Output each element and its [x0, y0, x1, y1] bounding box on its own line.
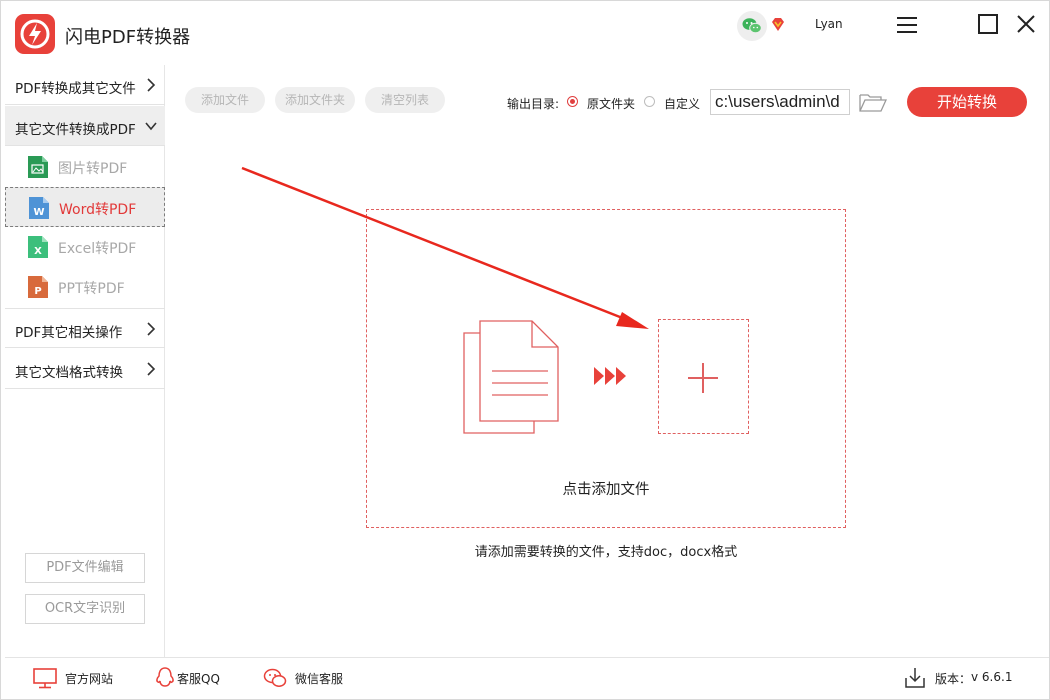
start-convert-button[interactable]: 开始转换: [907, 87, 1027, 117]
nav-group-label: 其它文档格式转换: [15, 365, 123, 381]
close-icon[interactable]: [1015, 13, 1037, 35]
ocr-button[interactable]: OCR文字识别: [25, 594, 145, 624]
title-bar: 闪电PDF转换器 Lyan: [1, 1, 1049, 65]
folder-open-icon[interactable]: [859, 92, 887, 112]
image-file-icon: [28, 156, 48, 178]
nav-group-label: PDF其它相关操作: [15, 325, 123, 341]
vip-diamond-icon[interactable]: [769, 16, 787, 34]
footer-label: 官方网站: [65, 672, 114, 686]
nav-other-to-pdf[interactable]: 其它文件转换成PDF: [5, 106, 165, 146]
nav-ppt-to-pdf[interactable]: P PPT转PDF: [5, 267, 165, 307]
download-icon: [905, 668, 925, 688]
excel-letter: X: [34, 246, 42, 257]
word-letter: W: [33, 207, 44, 218]
version-label: 版本：: [935, 672, 972, 686]
nav-image-to-pdf[interactable]: 图片转PDF: [5, 147, 165, 187]
drop-zone-label[interactable]: 点击添加文件: [366, 478, 846, 499]
wechat-icon: [742, 18, 762, 34]
nav-sub-label: PPT转PDF: [58, 281, 125, 297]
radio-custom-folder[interactable]: [644, 96, 655, 107]
ppt-file-icon: P: [28, 276, 48, 298]
app-logo-icon: [15, 14, 55, 54]
sidebar: PDF转换成其它文件 其它文件转换成PDF 图片转PDF W Word转PDF: [5, 65, 165, 657]
wechat-login-button[interactable]: [737, 11, 767, 41]
triple-chevron-icon: [594, 367, 626, 385]
output-path-input[interactable]: c:\users\admin\d: [710, 89, 850, 115]
add-folder-button[interactable]: 添加文件夹: [275, 87, 355, 113]
word-file-icon: W: [29, 197, 49, 219]
maximize-icon[interactable]: [977, 13, 999, 35]
nav-word-to-pdf[interactable]: W Word转PDF: [5, 187, 165, 227]
footer-label: 客服QQ: [177, 672, 220, 686]
nav-other-doc-convert[interactable]: 其它文档格式转换: [5, 349, 165, 389]
add-file-button[interactable]: 添加文件: [185, 87, 265, 113]
support-qq-link[interactable]: 客服QQ: [153, 666, 233, 690]
nav-pdf-to-other[interactable]: PDF转换成其它文件: [5, 65, 165, 105]
chevron-right-icon: [147, 362, 156, 376]
support-wechat-link[interactable]: 微信客服: [263, 666, 363, 690]
wechat-outline-icon: [263, 668, 287, 687]
radio-original-folder[interactable]: [567, 96, 578, 107]
qq-penguin-icon: [156, 667, 174, 687]
excel-file-icon: X: [28, 236, 48, 258]
plus-icon[interactable]: [687, 362, 719, 394]
radio-original-label[interactable]: 原文件夹: [587, 95, 635, 112]
official-website-link[interactable]: 官方网站: [33, 666, 123, 690]
chevron-right-icon: [147, 322, 156, 336]
app-title: 闪电PDF转换器: [65, 27, 191, 48]
radio-custom-label[interactable]: 自定义: [664, 95, 700, 112]
chevron-right-icon: [147, 78, 156, 92]
nav-sub-label: Word转PDF: [59, 202, 137, 218]
format-hint: 请添加需要转换的文件，支持doc，docx格式: [474, 545, 738, 560]
footer-bar: 官方网站 客服QQ 微信客服 版本： v 6.6.1: [5, 657, 1049, 699]
clear-list-button[interactable]: 清空列表: [365, 87, 445, 113]
nav-excel-to-pdf[interactable]: X Excel转PDF: [5, 227, 165, 267]
nav-sub-label: Excel转PDF: [58, 241, 137, 257]
username[interactable]: Lyan: [815, 17, 843, 31]
documents-illustration-icon: [463, 320, 559, 434]
version-info[interactable]: 版本： v 6.6.1: [903, 666, 1013, 690]
nav-group-label: 其它文件转换成PDF: [15, 122, 136, 138]
nav-pdf-other-ops[interactable]: PDF其它相关操作: [5, 308, 165, 348]
nav-sub-label: 图片转PDF: [58, 161, 128, 177]
chevron-down-icon: [145, 122, 157, 131]
nav-group-label: PDF转换成其它文件: [15, 81, 136, 97]
monitor-icon: [33, 668, 57, 689]
ppt-letter: P: [34, 286, 41, 297]
output-dir-label: 输出目录:: [507, 97, 560, 111]
app-window: 闪电PDF转换器 Lyan PDF转换成其它文件 其它文件转换成PDF 图片转P…: [0, 0, 1050, 700]
footer-label: 微信客服: [295, 672, 344, 686]
pdf-edit-button[interactable]: PDF文件编辑: [25, 553, 145, 583]
menu-icon[interactable]: [895, 13, 919, 37]
version-number: v 6.6.1: [971, 670, 1013, 684]
